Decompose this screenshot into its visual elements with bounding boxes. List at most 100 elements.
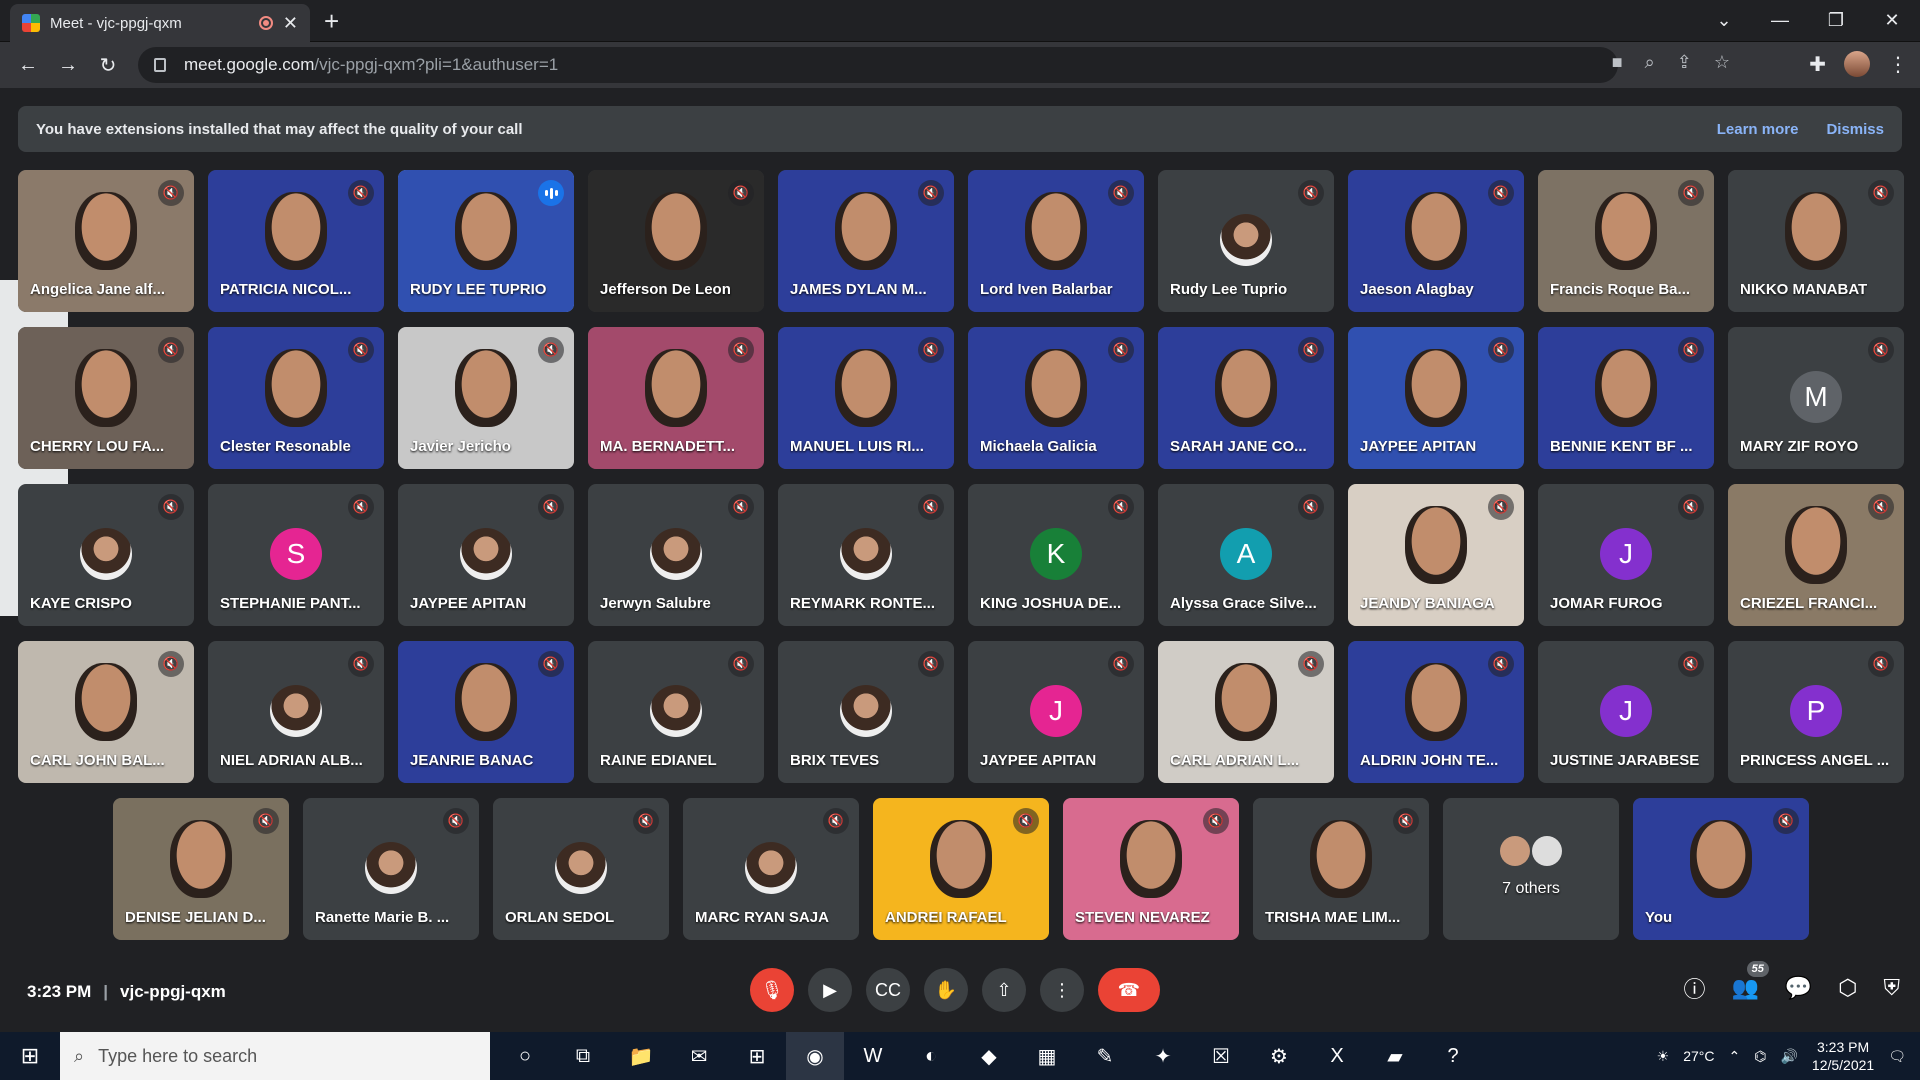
participant-tile[interactable]: 🔇 Javier Jericho	[398, 327, 574, 469]
browser-tab-meet[interactable]: Meet - vjc-ppgj-qxm ✕	[10, 4, 310, 42]
zoom-icon[interactable]: ⌕	[1645, 52, 1655, 73]
more-options-button[interactable]: ⋮	[1040, 968, 1084, 1012]
profile-avatar[interactable]	[1844, 51, 1870, 77]
participant-tile[interactable]: 🔇 NIKKO MANABAT	[1728, 170, 1904, 312]
participant-tile[interactable]: 🔇 STEVEN NEVAREZ	[1063, 798, 1239, 940]
participant-tile[interactable]: 🔇 JEANRIE BANAC	[398, 641, 574, 783]
file-explorer-icon[interactable]: 📁	[612, 1032, 670, 1080]
tab-search-icon[interactable]: ⌄	[1696, 0, 1752, 40]
participant-tile[interactable]: 🔇 Ranette Marie B. ...	[303, 798, 479, 940]
store-icon[interactable]: ⊞	[728, 1032, 786, 1080]
participant-tile[interactable]: 🔇 CARL JOHN BAL...	[18, 641, 194, 783]
weather-icon[interactable]: ☀	[1657, 1048, 1670, 1065]
settings-icon[interactable]: ⚙	[1250, 1032, 1308, 1080]
participant-tile[interactable]: 🔇 Lord Iven Balarbar	[968, 170, 1144, 312]
participant-tile[interactable]: 🔇 Angelica Jane alf...	[18, 170, 194, 312]
participant-tile[interactable]: J 🔇 JUSTINE JARABESE	[1538, 641, 1714, 783]
participant-tile[interactable]: P 🔇 PRINCESS ANGEL ...	[1728, 641, 1904, 783]
participant-tile[interactable]: 🔇 KAYE CRISPO	[18, 484, 194, 626]
participant-tile[interactable]: 🔇 Jefferson De Leon	[588, 170, 764, 312]
participant-tile[interactable]: 🔇 JAMES DYLAN M...	[778, 170, 954, 312]
participant-tile[interactable]: A 🔇 Alyssa Grace Silve...	[1158, 484, 1334, 626]
participant-tile[interactable]: 🔇 MARC RYAN SAJA	[683, 798, 859, 940]
close-tab-icon[interactable]: ✕	[283, 13, 298, 34]
activities-icon[interactable]: ⬡	[1838, 975, 1857, 1001]
participant-tile[interactable]: 🔇 You	[1633, 798, 1809, 940]
participant-tile[interactable]: M 🔇 MARY ZIF ROYO	[1728, 327, 1904, 469]
people-icon[interactable]: 👥 55	[1731, 961, 1769, 1001]
participant-tile[interactable]: 🔇 PATRICIA NICOL...	[208, 170, 384, 312]
browser-menu-icon[interactable]: ⋮	[1888, 52, 1908, 77]
edge-icon[interactable]: ◐	[902, 1032, 960, 1080]
address-bar[interactable]: meet.google.com/vjc-ppgj-qxm?pli=1&authu…	[138, 47, 1618, 83]
participant-tile[interactable]: 🔇 CHERRY LOU FA...	[18, 327, 194, 469]
xampp-icon[interactable]: ☒	[1192, 1032, 1250, 1080]
participant-tile[interactable]: J 🔇 JOMAR FUROG	[1538, 484, 1714, 626]
participant-tile[interactable]: 🔇 Michaela Galicia	[968, 327, 1144, 469]
captions-button[interactable]: CC	[866, 968, 910, 1012]
microphone-off-button[interactable]: 🎙	[750, 968, 794, 1012]
participant-tile[interactable]: 🔇 Jaeson Alagbay	[1348, 170, 1524, 312]
participant-tile[interactable]: 🔇 JAYPEE APITAN	[1348, 327, 1524, 469]
camera-in-use-icon[interactable]: ■	[1612, 52, 1623, 73]
restore-button[interactable]: ❐	[1808, 0, 1864, 40]
participant-tile[interactable]: 🔇 CRIEZEL FRANCI...	[1728, 484, 1904, 626]
app-icon[interactable]: ✦	[1134, 1032, 1192, 1080]
close-window-button[interactable]: ✕	[1864, 0, 1920, 40]
participant-tile[interactable]: 🔇 Clester Resonable	[208, 327, 384, 469]
participant-tile[interactable]: 🔇 Francis Roque Ba...	[1538, 170, 1714, 312]
chrome-icon[interactable]: ◉	[786, 1032, 844, 1080]
participant-tile[interactable]: 🔇 JEANDY BANIAGA	[1348, 484, 1524, 626]
forward-button[interactable]: →	[48, 54, 88, 77]
camera-button[interactable]: ▶	[808, 968, 852, 1012]
participant-tile[interactable]: 🔇 ANDREI RAFAEL	[873, 798, 1049, 940]
participant-tile[interactable]: 🔇 RAINE EDIANEL	[588, 641, 764, 783]
sticky-notes-icon[interactable]: ▰	[1366, 1032, 1424, 1080]
participant-tile[interactable]: 🔇 BENNIE KENT BF ...	[1538, 327, 1714, 469]
cortana-icon[interactable]: ○	[496, 1032, 554, 1080]
learn-more-link[interactable]: Learn more	[1717, 121, 1799, 138]
minimize-button[interactable]: —	[1752, 0, 1808, 40]
temperature[interactable]: 27°C	[1683, 1048, 1714, 1064]
taskbar-clock[interactable]: 3:23 PM 12/5/2021	[1812, 1038, 1874, 1074]
participant-tile[interactable]: J 🔇 JAYPEE APITAN	[968, 641, 1144, 783]
participant-tile[interactable]: 🔇 NIEL ADRIAN ALB...	[208, 641, 384, 783]
new-tab-button[interactable]: +	[324, 6, 339, 37]
lock-icon[interactable]	[154, 58, 166, 72]
raise-hand-button[interactable]: ✋	[924, 968, 968, 1012]
word-icon[interactable]: W	[844, 1032, 902, 1080]
participant-tile[interactable]: 🔇 JAYPEE APITAN	[398, 484, 574, 626]
participant-tile[interactable]: 🔇 DENISE JELIAN D...	[113, 798, 289, 940]
excel-icon[interactable]: X	[1308, 1032, 1366, 1080]
participant-tile[interactable]: 🔇 ORLAN SEDOL	[493, 798, 669, 940]
participant-tile[interactable]: S 🔇 STEPHANIE PANT...	[208, 484, 384, 626]
chat-icon[interactable]: 💬	[1785, 975, 1812, 1001]
share-icon[interactable]: ⇪	[1677, 52, 1692, 73]
dropbox-icon[interactable]: ◆	[960, 1032, 1018, 1080]
meeting-details-icon[interactable]: ⓘ	[1683, 972, 1705, 1004]
participant-tile[interactable]: 🔇 TRISHA MAE LIM...	[1253, 798, 1429, 940]
leave-call-button[interactable]: ☎	[1098, 968, 1160, 1012]
host-controls-icon[interactable]: ⛨	[1883, 975, 1900, 1001]
participant-tile[interactable]: 🔇 Jerwyn Salubre	[588, 484, 764, 626]
participant-tile[interactable]: 🔇 BRIX TEVES	[778, 641, 954, 783]
participant-tile[interactable]: 🔇 CARL ADRIAN L...	[1158, 641, 1334, 783]
back-button[interactable]: ←	[8, 54, 48, 77]
help-icon[interactable]: ?	[1424, 1032, 1482, 1080]
participant-tile[interactable]: 🔇 ALDRIN JOHN TE...	[1348, 641, 1524, 783]
dismiss-link[interactable]: Dismiss	[1826, 121, 1884, 138]
participant-tile[interactable]: 🔇 Rudy Lee Tuprio	[1158, 170, 1334, 312]
extensions-puzzle-icon[interactable]: ✚	[1809, 52, 1826, 77]
calculator-icon[interactable]: ▦	[1018, 1032, 1076, 1080]
notifications-icon[interactable]: 🗨	[1888, 1048, 1906, 1065]
mail-icon[interactable]: ✉	[670, 1032, 728, 1080]
windows-start-icon[interactable]: ⊞	[0, 1043, 60, 1069]
participant-tile[interactable]: 🔇 MA. BERNADETT...	[588, 327, 764, 469]
reload-button[interactable]: ↻	[88, 53, 128, 78]
participant-tile[interactable]: 🔇 REYMARK RONTE...	[778, 484, 954, 626]
taskbar-search-box[interactable]: ⌕ Type here to search	[60, 1032, 490, 1080]
paint-icon[interactable]: ✎	[1076, 1032, 1134, 1080]
participant-tile[interactable]: K 🔇 KING JOSHUA DE...	[968, 484, 1144, 626]
present-screen-button[interactable]: ⇧	[982, 968, 1026, 1012]
volume-icon[interactable]: 🔊	[1780, 1048, 1797, 1065]
